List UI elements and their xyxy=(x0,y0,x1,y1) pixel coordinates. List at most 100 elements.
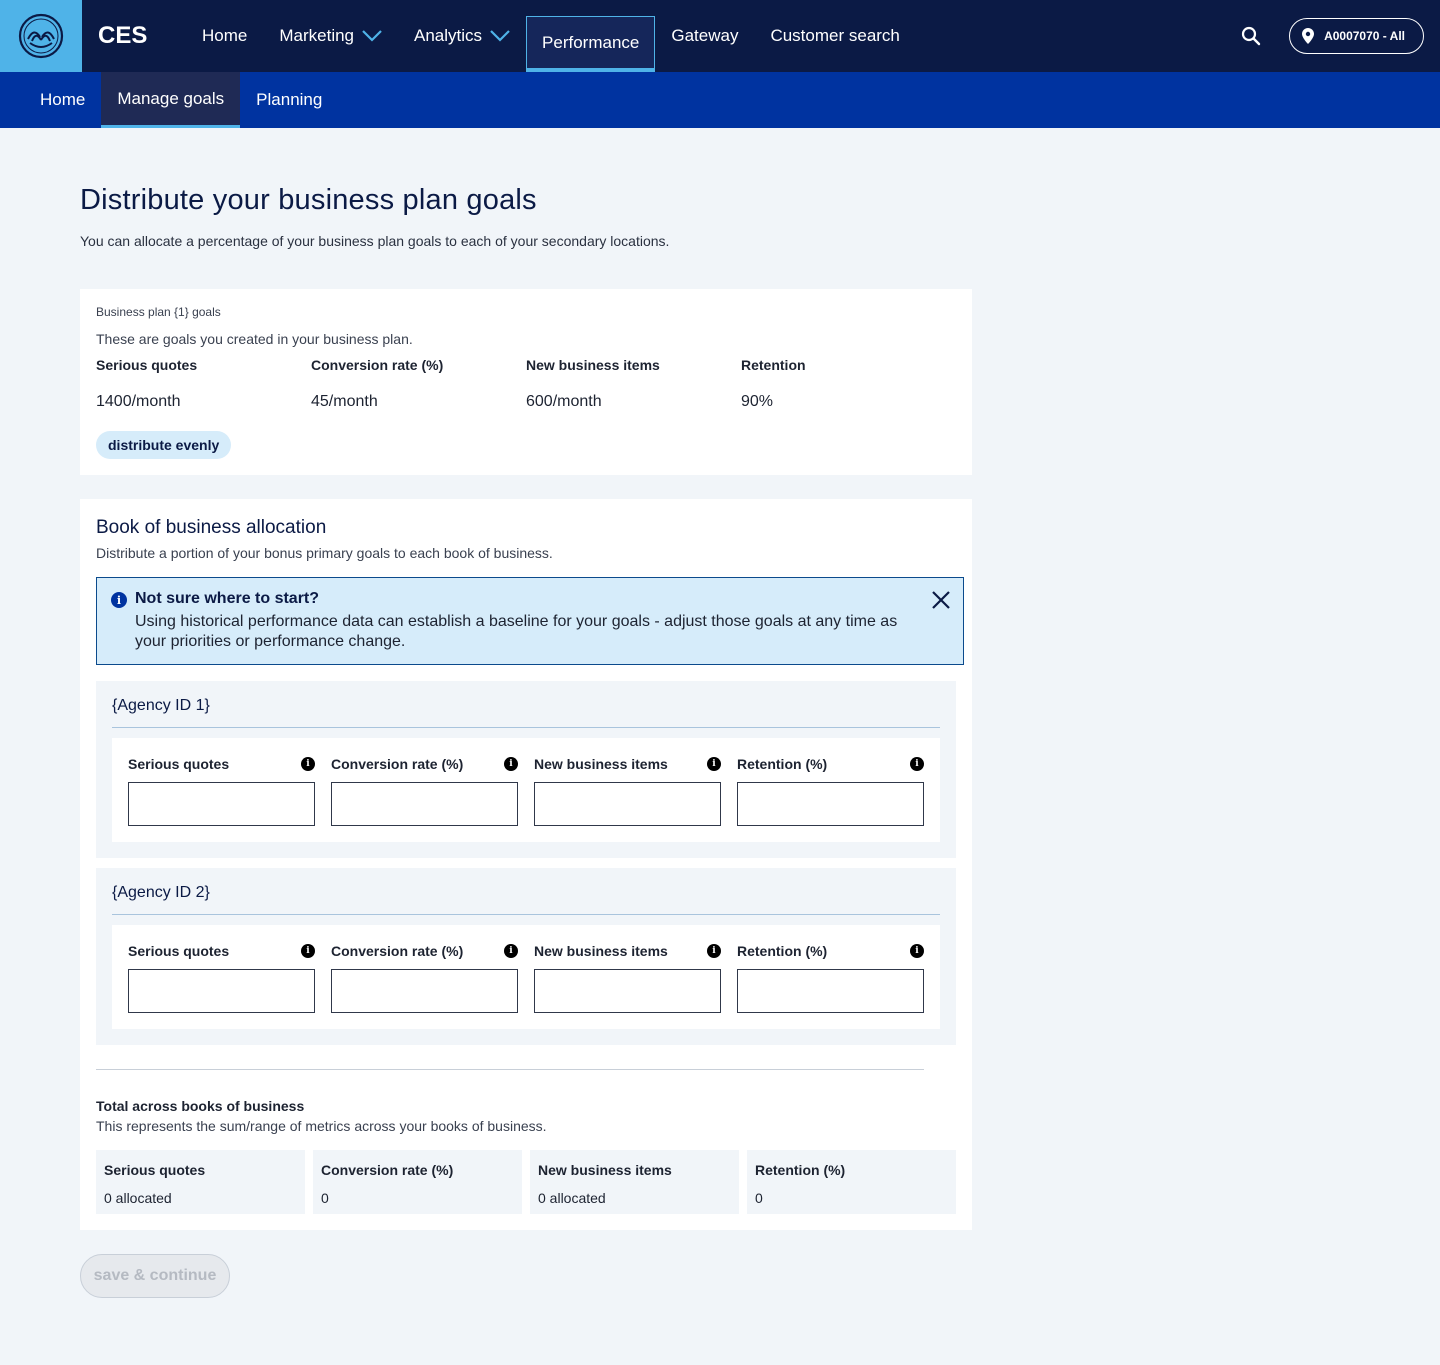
distribute-evenly-button[interactable]: distribute evenly xyxy=(96,431,232,459)
location-label: A0007070 - All xyxy=(1324,29,1405,43)
total-label: New business items xyxy=(538,1162,672,1178)
subnav-manage-goals-label: Manage goals xyxy=(117,88,225,108)
total-new-business-items: New business items 0 allocated xyxy=(530,1150,739,1214)
save-continue-button[interactable]: save & continue xyxy=(80,1254,230,1298)
total-serious-quotes: Serious quotes 0 allocated xyxy=(96,1150,305,1214)
brand-logo[interactable] xyxy=(0,0,82,72)
field-conversion-rate: Conversion rate (%) i xyxy=(331,754,518,826)
page-title: Distribute your business plan goals xyxy=(80,184,537,216)
chevron-down-icon xyxy=(362,30,382,42)
serious-quotes-input[interactable] xyxy=(128,969,315,1013)
goal-label: Serious quotes xyxy=(96,357,198,373)
total-value: 0 xyxy=(321,1190,329,1206)
top-navigation: CES Home Marketing Analytics Performance… xyxy=(0,0,1440,72)
goal-serious-quotes: Serious quotes 1400/month xyxy=(96,357,311,411)
nav-analytics[interactable]: Analytics xyxy=(398,0,526,72)
field-serious-quotes: Serious quotes i xyxy=(128,754,315,826)
app-name: CES xyxy=(98,22,148,49)
field-label: New business items xyxy=(534,756,668,772)
nav-home-label: Home xyxy=(202,26,248,45)
conversion-rate-input[interactable] xyxy=(331,782,518,826)
goal-conversion-rate: Conversion rate (%) 45/month xyxy=(311,357,526,411)
total-value: 0 allocated xyxy=(104,1190,172,1206)
nav-analytics-label: Analytics xyxy=(414,26,483,45)
goal-label: Conversion rate (%) xyxy=(311,357,444,373)
conversion-rate-input[interactable] xyxy=(331,969,518,1013)
business-plan-card: Business plan {1} goals These are goals … xyxy=(80,289,972,475)
allocation-title: Book of business allocation xyxy=(96,517,327,538)
nav-gateway[interactable]: Gateway xyxy=(655,0,754,72)
search-button[interactable] xyxy=(1235,20,1267,52)
allocation-card: Book of business allocation Distribute a… xyxy=(80,499,972,1230)
divider xyxy=(96,1069,924,1070)
new-business-items-input[interactable] xyxy=(534,782,721,826)
field-label: Serious quotes xyxy=(128,943,230,959)
info-icon[interactable]: i xyxy=(504,944,518,958)
goal-label: Retention xyxy=(741,357,806,373)
info-icon[interactable]: i xyxy=(707,757,721,771)
retention-input[interactable] xyxy=(737,969,924,1013)
total-value: 0 allocated xyxy=(538,1190,606,1206)
agency-title: {Agency ID 2} xyxy=(112,884,940,915)
location-selector[interactable]: A0007070 - All xyxy=(1289,18,1424,54)
total-retention: Retention (%) 0 xyxy=(747,1150,956,1214)
nav-customer-search-label: Customer search xyxy=(770,26,900,45)
subnav-planning[interactable]: Planning xyxy=(240,72,338,128)
field-retention: Retention (%) i xyxy=(737,941,924,1013)
close-icon xyxy=(932,591,950,609)
agency-section: {Agency ID 1} Serious quotes i Conversion… xyxy=(96,681,956,858)
info-icon[interactable]: i xyxy=(301,944,315,958)
goal-value: 600/month xyxy=(526,393,602,410)
subnav-home-label: Home xyxy=(40,90,86,109)
nav-marketing[interactable]: Marketing xyxy=(263,0,398,72)
total-label: Serious quotes xyxy=(104,1162,206,1178)
search-icon xyxy=(1241,26,1261,46)
alert-body: Using historical performance data can es… xyxy=(135,613,898,650)
info-icon[interactable]: i xyxy=(910,757,924,771)
sub-navigation: Home Manage goals Planning xyxy=(0,72,1440,128)
page-description: You can allocate a percentage of your bu… xyxy=(80,233,670,249)
totals-grid: Serious quotes 0 allocated Conversion ra… xyxy=(96,1150,956,1214)
field-serious-quotes: Serious quotes i xyxy=(128,941,315,1013)
goal-new-business-items: New business items 600/month xyxy=(526,357,741,411)
info-icon[interactable]: i xyxy=(910,944,924,958)
info-icon[interactable]: i xyxy=(707,944,721,958)
field-label: Retention (%) xyxy=(737,756,828,772)
agency-title: {Agency ID 1} xyxy=(112,697,940,728)
nav-marketing-label: Marketing xyxy=(279,26,354,45)
totals-title: Total across books of business xyxy=(96,1098,305,1114)
subnav-home[interactable]: Home xyxy=(24,72,101,128)
goal-label: New business items xyxy=(526,357,660,373)
field-label: Serious quotes xyxy=(128,756,230,772)
total-label: Conversion rate (%) xyxy=(321,1162,454,1178)
goal-value: 90% xyxy=(741,393,774,410)
subnav-planning-label: Planning xyxy=(256,90,323,109)
info-icon: i xyxy=(111,592,127,608)
subnav-manage-goals[interactable]: Manage goals xyxy=(101,72,241,128)
allocation-description: Distribute a portion of your bonus prima… xyxy=(96,545,553,561)
business-plan-description: These are goals you created in your busi… xyxy=(96,331,413,347)
business-plan-goals: Serious quotes 1400/month Conversion rat… xyxy=(96,357,956,411)
close-alert-button[interactable] xyxy=(931,590,951,610)
totals-description: This represents the sum/range of metrics… xyxy=(96,1118,547,1134)
nav-home[interactable]: Home xyxy=(186,0,263,72)
hands-logo-icon xyxy=(18,13,64,59)
info-icon[interactable]: i xyxy=(504,757,518,771)
retention-input[interactable] xyxy=(737,782,924,826)
goal-value: 1400/month xyxy=(96,393,181,410)
location-pin-icon xyxy=(1302,28,1315,44)
agency-fields: Serious quotes i Conversion rate (%) i New… xyxy=(112,738,940,842)
field-label: Retention (%) xyxy=(737,943,828,959)
total-label: Retention (%) xyxy=(755,1162,846,1178)
info-alert: i Not sure where to start? Using histori… xyxy=(96,577,964,665)
alert-title: Not sure where to start? xyxy=(135,590,320,607)
agency-fields: Serious quotes i Conversion rate (%) i New… xyxy=(112,925,940,1029)
nav-performance[interactable]: Performance xyxy=(526,16,656,72)
nav-customer-search[interactable]: Customer search xyxy=(754,0,915,72)
serious-quotes-input[interactable] xyxy=(128,782,315,826)
info-icon[interactable]: i xyxy=(301,757,315,771)
goal-retention: Retention 90% xyxy=(741,357,956,411)
total-conversion-rate: Conversion rate (%) 0 xyxy=(313,1150,522,1214)
field-label: Conversion rate (%) xyxy=(331,756,464,772)
new-business-items-input[interactable] xyxy=(534,969,721,1013)
